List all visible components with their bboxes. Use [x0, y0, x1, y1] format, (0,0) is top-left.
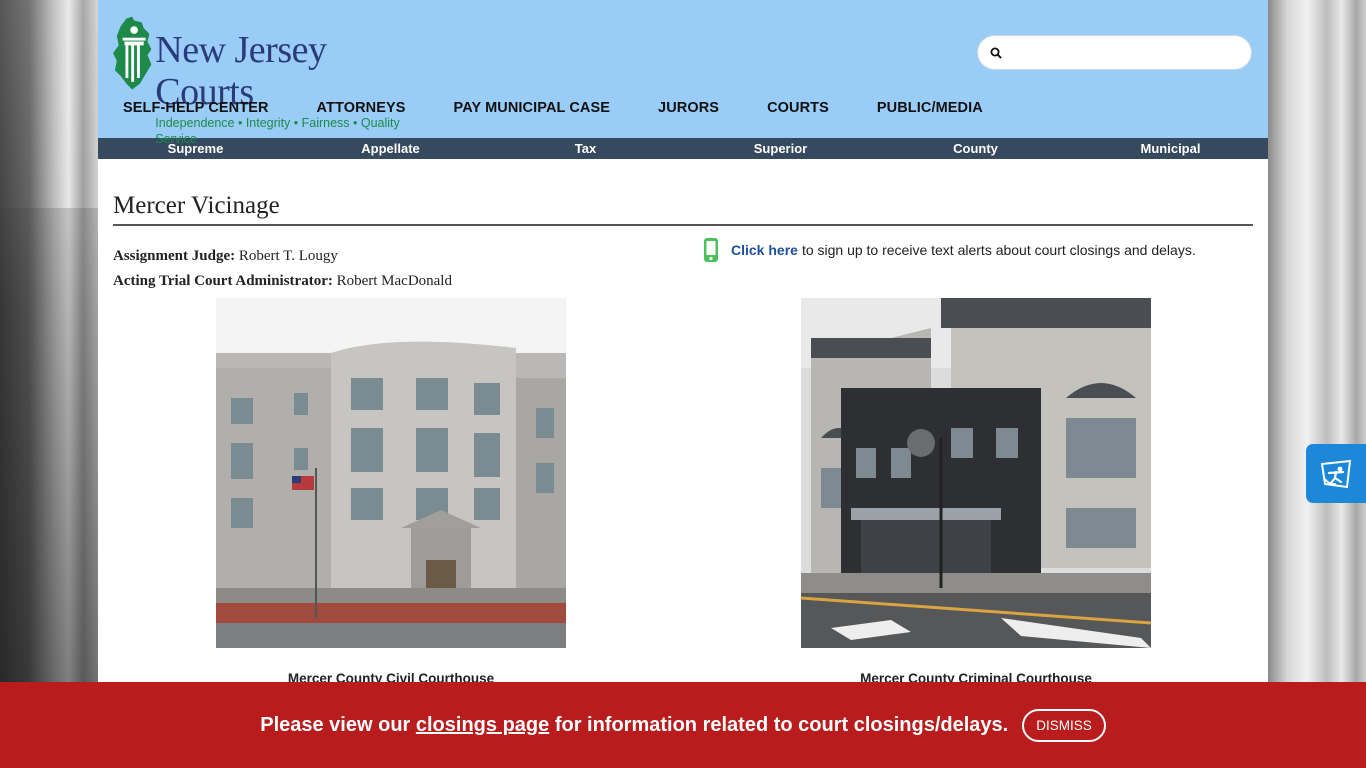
mobile-phone-icon	[704, 238, 718, 262]
subnav-municipal[interactable]: Municipal	[1073, 138, 1268, 159]
background-left-column	[0, 0, 98, 768]
banner-text-before: Please view our	[260, 713, 411, 736]
tca-name: Robert MacDonald	[336, 273, 452, 289]
nj-emblem-icon	[113, 16, 152, 90]
info-row: Assignment Judge: Robert T. Lougy Acting…	[113, 226, 1253, 296]
site-header: New Jersey Courts Independence • Integri…	[98, 0, 1268, 146]
nav-attorneys[interactable]: ATTORNEYS	[317, 100, 406, 116]
search-box	[977, 35, 1252, 70]
dismiss-button[interactable]: DISMISS	[1022, 708, 1106, 742]
criminal-courthouse-figure: Mercer County Criminal Courthouse	[800, 298, 1152, 686]
subnav-superior[interactable]: Superior	[683, 138, 878, 159]
text-alert-notice: Click here to sign up to receive text al…	[703, 238, 1196, 262]
banner-text-after: for information related to court closing…	[554, 713, 1009, 736]
subnav-tax[interactable]: Tax	[488, 138, 683, 159]
background-right-column	[1268, 0, 1366, 768]
nav-public-media[interactable]: PUBLIC/MEDIA	[877, 100, 983, 116]
closings-banner: Please view our closings page for inform…	[0, 682, 1366, 768]
courthouse-photos: Mercer County Civil Courthouse Mercer Co…	[113, 296, 1253, 716]
nav-jurors[interactable]: JURORS	[658, 100, 719, 116]
search-icon[interactable]	[990, 47, 1002, 59]
civil-courthouse-image	[216, 298, 566, 648]
text-alert-signup-link[interactable]: Click here	[731, 242, 798, 258]
tca-line: Acting Trial Court Administrator: Robert…	[113, 269, 452, 294]
page-title: Mercer Vicinage	[113, 192, 1253, 226]
accessibility-icon	[1320, 459, 1352, 488]
accessibility-button[interactable]	[1306, 444, 1366, 503]
assignment-judge-name: Robert T. Lougy	[238, 248, 338, 264]
assignment-judge-label: Assignment Judge:	[113, 248, 236, 264]
page-container: New Jersey Courts Independence • Integri…	[98, 0, 1268, 768]
main-content: Mercer Vicinage Assignment Judge: Robert…	[98, 192, 1268, 716]
court-officials: Assignment Judge: Robert T. Lougy Acting…	[113, 244, 452, 294]
main-nav: SELF-HELP CENTER ATTORNEYS PAY MUNICIPAL…	[123, 100, 1031, 116]
subnav-county[interactable]: County	[878, 138, 1073, 159]
assignment-judge-line: Assignment Judge: Robert T. Lougy	[113, 244, 452, 269]
criminal-courthouse-image	[800, 298, 1152, 648]
search-input[interactable]	[1010, 44, 1230, 61]
nav-pay-municipal-case[interactable]: PAY MUNICIPAL CASE	[454, 100, 611, 116]
site-logo[interactable]: New Jersey Courts Independence • Integri…	[113, 15, 433, 146]
nav-self-help-center[interactable]: SELF-HELP CENTER	[123, 100, 269, 116]
banner-message: Please view our closings page for inform…	[260, 714, 1008, 737]
civil-courthouse-figure: Mercer County Civil Courthouse	[216, 298, 566, 686]
closings-page-link[interactable]: closings page	[416, 714, 549, 736]
tca-label: Acting Trial Court Administrator:	[113, 273, 333, 289]
logo-tagline: Independence • Integrity • Fairness • Qu…	[155, 116, 400, 146]
nav-courts[interactable]: COURTS	[767, 100, 829, 116]
text-alert-description: to sign up to receive text alerts about …	[801, 242, 1196, 258]
